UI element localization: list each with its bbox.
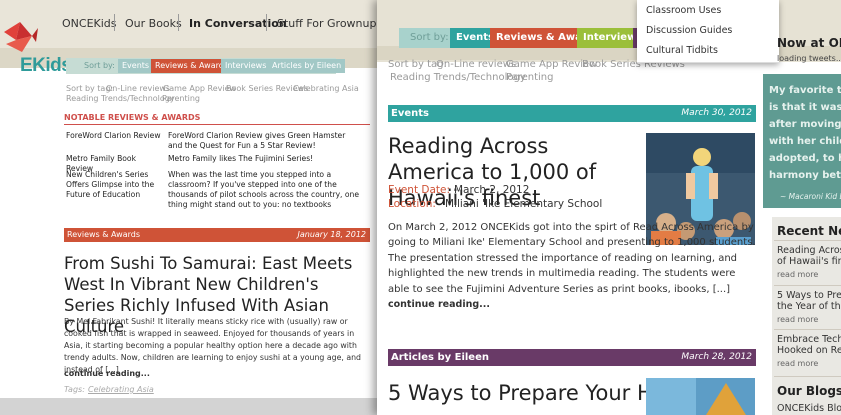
notable-source[interactable]: New Children's Series Offers Glimpse int… xyxy=(66,170,161,200)
news-item-title[interactable]: the Year of the xyxy=(777,301,841,312)
news-item-title[interactable]: of Hawaii's fines xyxy=(777,256,841,267)
tag-reading-trends[interactable]: Reading Trends/Technology xyxy=(66,94,175,103)
quote-line: My favorite thin xyxy=(769,85,841,96)
news-divider xyxy=(774,329,841,330)
nav-stuff-for-grownups[interactable]: Stuff For Grownups xyxy=(277,17,382,30)
post-body: By Mel Fabrikant Sushi! It literally mea… xyxy=(64,317,361,374)
news-item-title[interactable]: Embrace Techn xyxy=(777,334,841,345)
news-item-title[interactable]: 5 Ways to Prepar xyxy=(777,290,841,301)
event-date-value: March 2, 2012 xyxy=(454,184,530,196)
tag-parenting[interactable]: Parenting xyxy=(506,72,553,83)
read-more-link[interactable]: read more xyxy=(777,359,818,368)
tags-label: Tags: xyxy=(64,385,85,394)
post-date: March 28, 2012 xyxy=(681,352,752,362)
news-item-title[interactable]: Reading Across xyxy=(777,245,841,256)
post-thumbnail-image xyxy=(646,378,755,415)
nav-in-conversation[interactable]: In Conversation xyxy=(189,17,287,30)
sort-label: Sort by: xyxy=(410,32,449,43)
menu-item-discussion-guides[interactable]: Discussion Guides xyxy=(646,25,732,36)
menu-item-classroom-uses[interactable]: Classroom Uses xyxy=(646,5,721,16)
read-more-link[interactable]: read more xyxy=(777,270,818,279)
our-blogs-heading: Our Blogs: xyxy=(777,384,841,398)
news-item-title[interactable]: Hooked on Rea xyxy=(777,345,841,356)
notable-text[interactable]: ForeWord Clarion Review gives Green Hams… xyxy=(168,131,358,151)
tag-link[interactable]: Celebrating Asia xyxy=(88,385,154,394)
news-divider xyxy=(774,285,841,286)
event-date-label: Event Date: xyxy=(388,184,451,196)
sort-events-button[interactable]: Events xyxy=(118,59,154,73)
site-logo-text[interactable]: EKids xyxy=(20,55,72,77)
notable-divider xyxy=(64,124,370,125)
read-more-link[interactable]: read more xyxy=(777,315,818,324)
post-category[interactable]: Events xyxy=(391,108,429,119)
post-date: January 18, 2012 xyxy=(297,230,367,239)
back-footer xyxy=(0,398,400,415)
nav-our-books[interactable]: Our Books xyxy=(125,17,182,30)
post-body: On March 2, 2012 ONCEKids got into the s… xyxy=(388,222,756,295)
quote-line: after moving to xyxy=(769,119,841,130)
sidebar-tweets-loading: loading tweets... xyxy=(777,54,841,63)
post-category[interactable]: Reviews & Awards xyxy=(67,230,140,239)
post-category-bar: Articles by Eileen March 28, 2012 xyxy=(388,349,756,366)
notable-text[interactable]: When was the last time you stepped into … xyxy=(168,170,360,210)
continue-reading-link[interactable]: continue reading... xyxy=(64,369,150,378)
sort-articles-button[interactable]: Articles by Eileen xyxy=(268,59,346,73)
post-category[interactable]: Articles by Eileen xyxy=(391,352,489,363)
post-thumbnail[interactable] xyxy=(646,378,755,415)
blog-link[interactable]: ONCEKids Blog xyxy=(777,403,841,414)
tag-parenting[interactable]: Parenting xyxy=(162,94,200,103)
continue-reading-link[interactable]: continue reading... xyxy=(388,299,490,310)
news-divider xyxy=(774,376,841,377)
post-category-bar: Events March 30, 2012 xyxy=(388,105,756,122)
post-date: March 30, 2012 xyxy=(681,108,752,118)
nav-divider xyxy=(114,14,115,31)
tag-online-reviews[interactable]: On-Line reviews xyxy=(106,84,170,93)
post-category-bar: Reviews & Awards January 18, 2012 xyxy=(64,228,370,242)
nav-oncekids[interactable]: ONCEKids xyxy=(62,17,117,30)
nav-divider xyxy=(266,14,267,31)
quote-line: is that it was sta xyxy=(769,102,841,113)
quote-line: harmony betwe xyxy=(769,170,841,181)
tag-celebrating-asia[interactable]: Celebrating Asia xyxy=(293,84,359,93)
news-divider xyxy=(774,240,841,241)
notable-source[interactable]: ForeWord Clarion Review xyxy=(66,131,161,141)
origami-bird-logo-icon xyxy=(4,22,38,52)
location-label: Location: xyxy=(388,198,436,210)
sort-reviews-button[interactable]: Reviews & Awards xyxy=(151,59,233,73)
notable-text[interactable]: Metro Family likes The Fujimini Series! xyxy=(168,154,358,164)
sort-label: Sort by: xyxy=(84,61,115,70)
menu-item-cultural-tidbits[interactable]: Cultural Tidbits xyxy=(646,45,718,56)
sidebar-twitter-heading: Now at ONC xyxy=(777,36,841,50)
quote-attribution: ~ Macaroni Kid Lafa xyxy=(780,192,841,201)
quote-line: with her childre xyxy=(769,136,841,147)
nav-divider xyxy=(178,14,179,31)
tag-online-reviews[interactable]: On-Line reviews xyxy=(436,59,516,70)
background-page: EKids ONCEKids Our Books In Conversation… xyxy=(0,0,400,415)
testimonial-box: My favorite thin is that it was sta afte… xyxy=(763,74,841,208)
recent-news-heading: Recent News xyxy=(777,224,841,238)
post-title[interactable]: 5 Ways to Prepare Your Home for the Year… xyxy=(388,380,688,406)
notable-heading: NOTABLE REVIEWS & AWARDS xyxy=(64,113,201,122)
location-value: Miliani 'Ike Elementary School xyxy=(445,198,603,210)
sort-interviews-button[interactable]: Interviews xyxy=(221,59,271,73)
quote-line: adopted, to help xyxy=(769,153,841,164)
interviews-dropdown-menu: Classroom Uses Discussion Guides Cultura… xyxy=(637,0,779,63)
